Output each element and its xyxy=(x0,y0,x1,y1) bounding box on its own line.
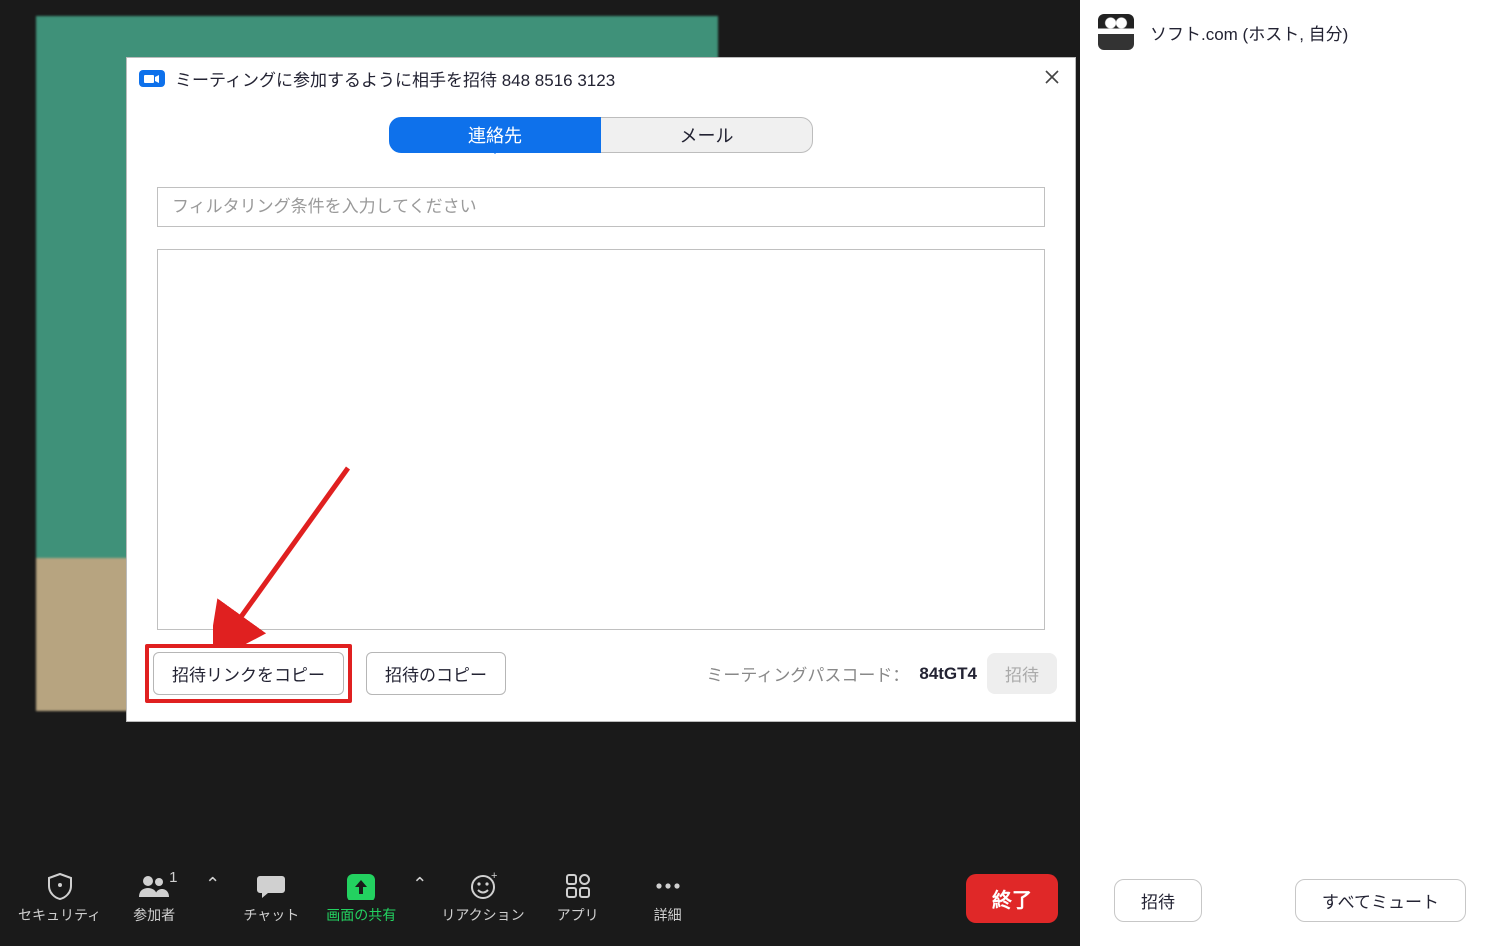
toolbar-security-label: セキュリティ xyxy=(18,905,101,925)
toolbar-participants-label: 参加者 xyxy=(133,905,175,925)
participant-name: ソフト.com (ホスト, 自分) xyxy=(1150,20,1348,45)
invite-dialog: ミーティングに参加するように相手を招待 848 8516 3123 連絡先 メー… xyxy=(126,57,1076,722)
meeting-toolbar: セキュリティ 1 参加者 ⌃ チャット 画面の共有 ⌃ + xyxy=(0,850,1080,946)
share-caret-icon[interactable]: ⌃ xyxy=(406,874,433,895)
dialog-footer: 招待リンクをコピー 招待のコピー ミーティングパスコード： 84tGT4 招待 xyxy=(127,630,1075,721)
participants-panel: ソフト.com (ホスト, 自分) 招待 すべてミュート xyxy=(1080,0,1500,946)
shield-icon xyxy=(47,871,73,901)
participants-icon: 1 xyxy=(137,871,171,901)
toolbar-participants[interactable]: 1 参加者 xyxy=(109,871,199,925)
copy-invite-link-button[interactable]: 招待リンクをコピー xyxy=(153,652,344,695)
toolbar-chat[interactable]: チャット xyxy=(226,871,316,925)
filter-input[interactable] xyxy=(157,187,1045,227)
svg-text:+: + xyxy=(491,872,497,882)
toolbar-more-label: 詳細 xyxy=(654,905,682,925)
toolbar-apps[interactable]: アプリ xyxy=(533,871,623,925)
toolbar-reactions[interactable]: + リアクション xyxy=(433,871,532,925)
annotation-highlight: 招待リンクをコピー xyxy=(145,644,352,703)
panel-invite-button[interactable]: 招待 xyxy=(1114,879,1202,922)
mute-all-button[interactable]: すべてミュート xyxy=(1295,879,1466,922)
passcode-value: 84tGT4 xyxy=(919,664,977,684)
copy-invite-button[interactable]: 招待のコピー xyxy=(366,652,506,695)
participants-caret-icon[interactable]: ⌃ xyxy=(199,874,226,895)
apps-icon xyxy=(564,871,592,901)
avatar xyxy=(1098,14,1134,50)
end-meeting-button[interactable]: 終了 xyxy=(966,874,1058,923)
toolbar-share-label: 画面の共有 xyxy=(326,905,396,925)
tab-email[interactable]: メール xyxy=(601,117,813,153)
invite-button[interactable]: 招待 xyxy=(987,653,1057,694)
tab-contacts[interactable]: 連絡先 xyxy=(389,117,601,153)
meeting-main-area: ミーティングに参加するように相手を招待 848 8516 3123 連絡先 メー… xyxy=(0,0,1080,946)
toolbar-apps-label: アプリ xyxy=(557,905,599,925)
more-icon xyxy=(654,871,682,901)
dialog-tabs: 連絡先 メール xyxy=(127,117,1075,153)
toolbar-reactions-label: リアクション xyxy=(441,905,524,925)
participants-count: 1 xyxy=(169,869,177,886)
toolbar-security[interactable]: セキュリティ xyxy=(10,871,109,925)
participant-row[interactable]: ソフト.com (ホスト, 自分) xyxy=(1080,0,1500,64)
dialog-title-text: ミーティングに参加するように相手を招待 848 8516 3123 xyxy=(175,66,615,91)
passcode-label: ミーティングパスコード： xyxy=(706,661,909,686)
toolbar-chat-label: チャット xyxy=(243,905,299,925)
chat-icon xyxy=(256,871,286,901)
dialog-titlebar: ミーティングに参加するように相手を招待 848 8516 3123 xyxy=(127,58,1075,99)
share-screen-icon xyxy=(345,871,377,901)
toolbar-more[interactable]: 詳細 xyxy=(623,871,713,925)
close-icon[interactable] xyxy=(1043,68,1061,91)
zoom-icon xyxy=(139,70,165,87)
tab-email-label: メール xyxy=(680,122,734,148)
participants-panel-footer: 招待 すべてミュート xyxy=(1080,854,1500,946)
tab-contacts-label: 連絡先 xyxy=(468,122,522,148)
contacts-list xyxy=(157,249,1045,630)
reactions-icon: + xyxy=(469,871,497,901)
toolbar-share[interactable]: 画面の共有 xyxy=(316,871,406,925)
